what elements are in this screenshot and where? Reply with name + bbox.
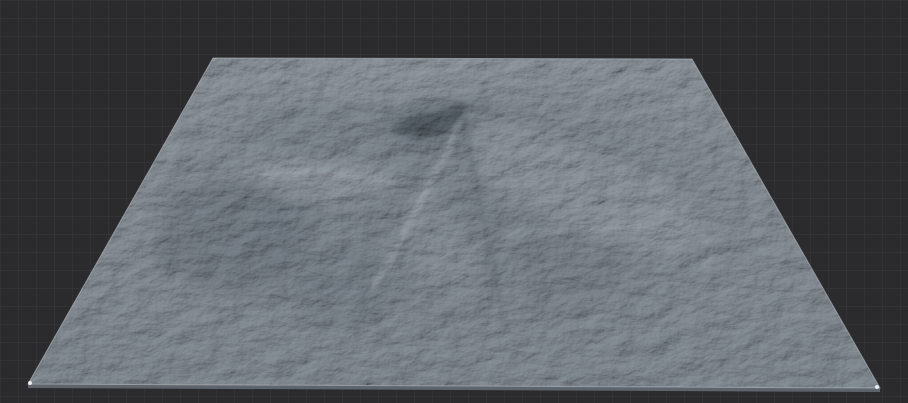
viewport-canvas[interactable] — [0, 0, 908, 403]
corner-marker — [28, 381, 32, 385]
3d-viewport[interactable] — [0, 0, 908, 403]
corner-marker — [875, 385, 879, 389]
